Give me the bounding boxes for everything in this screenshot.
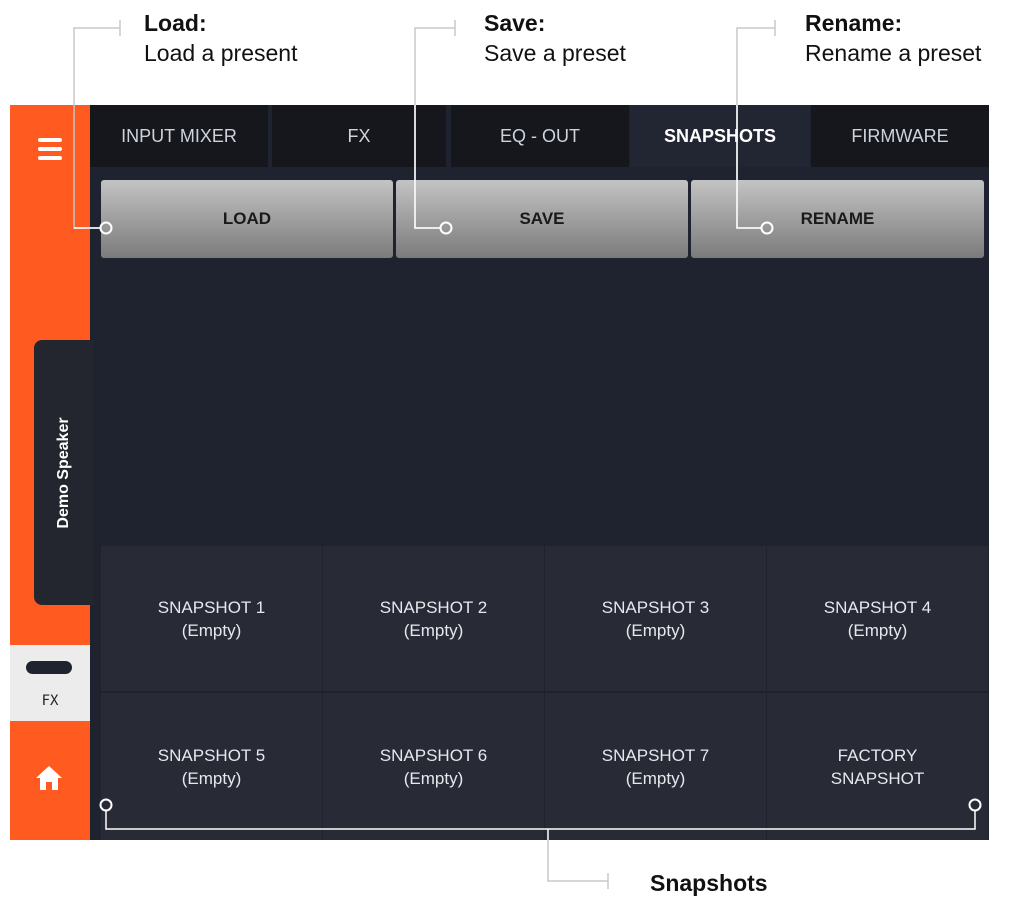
tab-fx[interactable]: FX — [272, 105, 446, 167]
snapshot-name: SNAPSHOT 3 — [601, 597, 710, 617]
device-name: Demo Speaker — [55, 416, 72, 529]
callout-save-title: Save: — [484, 10, 546, 36]
snapshot-cell-3[interactable]: SNAPSHOT 3 (Empty) — [545, 546, 766, 691]
tab-firmware-label: FIRMWARE — [851, 125, 949, 146]
sidebar: Demo Speaker FX — [10, 105, 94, 840]
home-icon — [36, 766, 62, 790]
snapshot-name: SNAPSHOT 5 — [157, 745, 266, 765]
tab-eq-out-label: EQ - OUT — [500, 125, 580, 146]
callout-snapshots: Snapshots — [650, 870, 768, 896]
callout-rename-title: Rename: — [805, 10, 903, 36]
load-button[interactable]: LOAD — [101, 180, 393, 258]
snapshot-grid: SNAPSHOT 1 (Empty) SNAPSHOT 2 (Empty) SN… — [101, 546, 989, 840]
tab-eq-out[interactable]: EQ - OUT — [451, 105, 629, 167]
snapshot-status: (Empty) — [403, 620, 464, 640]
load-button-label: LOAD — [222, 209, 272, 228]
snapshot-name: SNAPSHOT 4 — [823, 597, 932, 617]
snapshot-status: (Empty) — [625, 620, 686, 640]
tab-input-mixer-label: INPUT MIXER — [121, 125, 237, 146]
snapshot-cell-1[interactable]: SNAPSHOT 1 (Empty) — [101, 546, 322, 691]
callout-snapshots-title: Snapshots — [650, 870, 768, 896]
fx-button[interactable]: FX — [10, 645, 90, 721]
tab-snapshots-label: SNAPSHOTS — [663, 125, 777, 146]
snapshot-status: (Empty) — [847, 620, 908, 640]
tab-firmware[interactable]: FIRMWARE — [811, 105, 989, 167]
callout-load-title: Load: — [144, 10, 207, 36]
snapshot-name: SNAPSHOT 1 — [157, 597, 266, 617]
snapshot-cell-5[interactable]: SNAPSHOT 5 (Empty) — [101, 693, 322, 840]
fx-indicator — [26, 661, 72, 674]
snapshot-status: SNAPSHOT — [830, 768, 925, 788]
hamburger-menu-icon[interactable] — [38, 138, 62, 160]
snapshot-name: SNAPSHOT 2 — [379, 597, 488, 617]
snapshot-status: (Empty) — [403, 768, 464, 788]
tab-input-mixer[interactable]: INPUT MIXER — [90, 105, 268, 167]
callout-load: Load: Load a present — [144, 8, 297, 68]
snapshot-name: SNAPSHOT 6 — [379, 745, 488, 765]
snapshot-cell-2[interactable]: SNAPSHOT 2 (Empty) — [323, 546, 544, 691]
callout-save-desc: Save a preset — [484, 40, 626, 66]
device-tab[interactable]: Demo Speaker — [34, 340, 94, 605]
callout-load-desc: Load a present — [144, 40, 298, 66]
callout-save: Save: Save a preset — [484, 8, 626, 68]
snapshot-status: (Empty) — [181, 620, 242, 640]
callout-rename-desc: Rename a preset — [805, 40, 982, 66]
snapshot-cell-4[interactable]: SNAPSHOT 4 (Empty) — [767, 546, 988, 691]
fx-label: FX — [41, 693, 59, 709]
snapshot-cell-7[interactable]: SNAPSHOT 7 (Empty) — [545, 693, 766, 840]
save-button[interactable]: SAVE — [396, 180, 688, 258]
snapshot-status: (Empty) — [181, 768, 242, 788]
snapshot-cell-6[interactable]: SNAPSHOT 6 (Empty) — [323, 693, 544, 840]
home-button[interactable] — [10, 721, 90, 840]
app-screen: Demo Speaker FX INPUT MIXER FX EQ - OUT … — [10, 105, 989, 840]
tab-snapshots[interactable]: SNAPSHOTS — [630, 105, 810, 167]
rename-button-label: RENAME — [800, 209, 875, 228]
tab-bar: INPUT MIXER FX EQ - OUT SNAPSHOTS FIRMWA… — [90, 105, 989, 167]
snapshot-status: (Empty) — [625, 768, 686, 788]
snapshot-name: FACTORY — [837, 745, 918, 765]
snapshot-name: SNAPSHOT 7 — [601, 745, 710, 765]
callout-rename: Rename: Rename a preset — [805, 8, 981, 68]
snapshot-cell-factory[interactable]: FACTORY SNAPSHOT — [767, 693, 988, 840]
rename-button[interactable]: RENAME — [691, 180, 984, 258]
tab-fx-label: FX — [347, 125, 371, 146]
save-button-label: SAVE — [519, 209, 565, 228]
